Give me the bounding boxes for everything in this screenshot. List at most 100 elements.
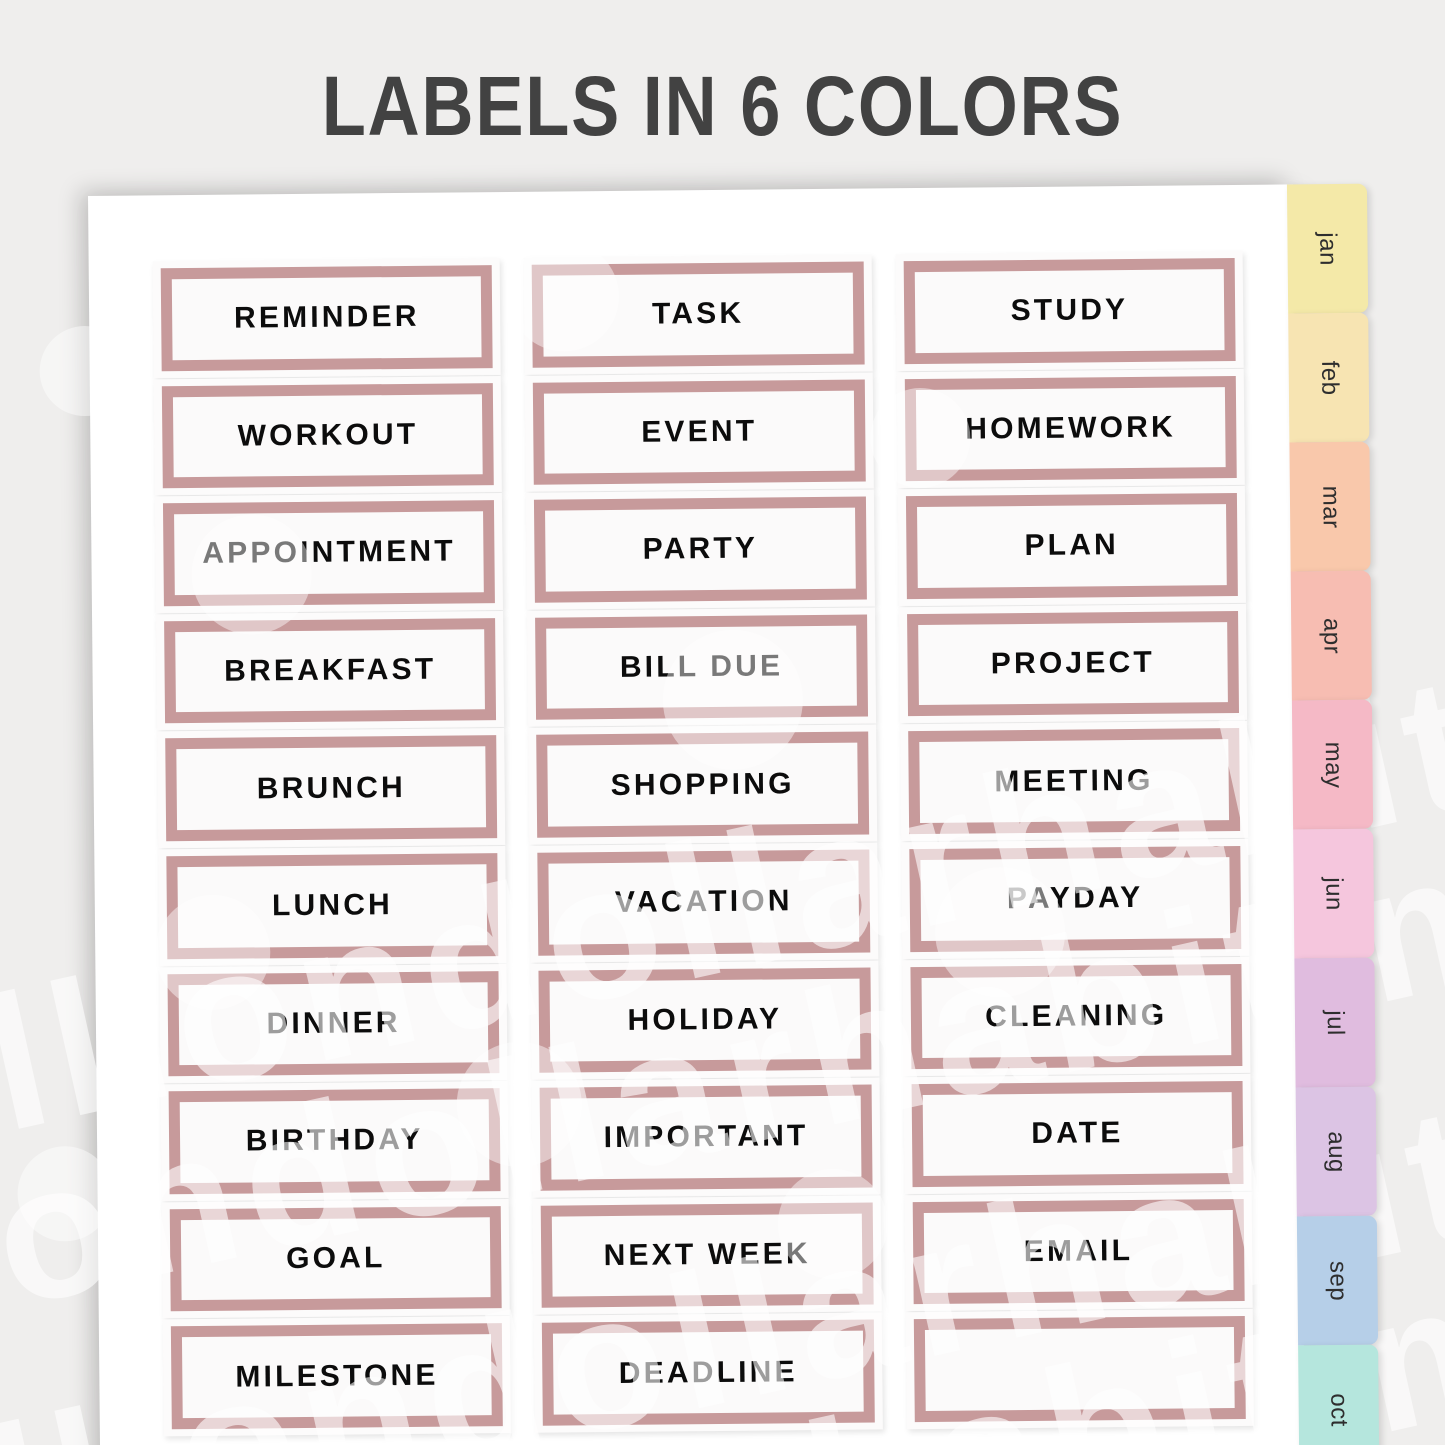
label-border-frame: HOLIDAY — [538, 967, 872, 1073]
label-card[interactable]: BREAKFAST — [156, 610, 505, 731]
label-border-frame: PARTY — [534, 496, 867, 603]
label-text: BILL DUE — [619, 649, 784, 685]
label-border-frame: LUNCH — [166, 853, 499, 959]
label-border-frame: PLAN — [905, 493, 1238, 599]
label-border-frame: BIRTHDAY — [168, 1088, 501, 1195]
page-title: LABELS IN 6 COLORS — [321, 59, 1124, 153]
label-text: EMAIL — [1023, 1234, 1134, 1269]
label-card[interactable]: HOMEWORK — [896, 368, 1245, 489]
label-text: SHOPPING — [610, 766, 795, 802]
label-border-frame: IMPORTANT — [539, 1084, 873, 1191]
label-text: HOMEWORK — [965, 410, 1177, 446]
label-border-frame: BILL DUE — [535, 614, 868, 721]
month-tab-mar[interactable]: mar — [1289, 441, 1371, 572]
label-card[interactable]: DATE — [903, 1074, 1252, 1195]
label-card[interactable]: PROJECT — [898, 603, 1248, 724]
label-text: WORKOUT — [237, 417, 419, 453]
label-card[interactable]: CLEANING — [902, 956, 1251, 1077]
label-card[interactable]: IMPORTANT — [531, 1077, 881, 1198]
month-tab-oct[interactable]: oct — [1298, 1344, 1380, 1445]
label-text: DINNER — [266, 1005, 401, 1041]
label-text: PAYDAY — [1006, 881, 1144, 916]
label-border-frame: APPOINTMENT — [162, 500, 496, 607]
label-card[interactable]: TASK — [523, 254, 873, 375]
label-border-frame: DINNER — [167, 970, 500, 1077]
label-card[interactable]: APPOINTMENT — [154, 493, 504, 614]
label-text: HOLIDAY — [627, 1002, 783, 1037]
label-border-frame: TASK — [532, 261, 865, 368]
label-text: BRUNCH — [256, 770, 407, 806]
label-card[interactable]: LUNCH — [158, 846, 507, 966]
label-text: PROJECT — [990, 645, 1156, 681]
label-card[interactable]: DEADLINE — [534, 1312, 883, 1433]
month-tab-apr[interactable]: apr — [1290, 570, 1372, 701]
label-card[interactable]: DINNER — [159, 963, 508, 1084]
label-card[interactable]: PAYDAY — [900, 838, 1250, 959]
label-card[interactable]: MILESTONE — [162, 1316, 512, 1437]
label-card[interactable]: EMAIL — [904, 1191, 1253, 1312]
label-border-frame: VACATION — [537, 849, 870, 956]
label-text: DATE — [1031, 1116, 1124, 1151]
label-border-frame: BREAKFAST — [164, 617, 497, 724]
label-card[interactable]: NEXT WEEK — [532, 1195, 882, 1316]
month-tab-strip: jan feb mar apr may jun jul aug sep oct — [1286, 183, 1380, 1445]
label-card[interactable]: EVENT — [525, 372, 874, 492]
printable-sheet: REMINDER TASK STUDY WORKOUT EVENT HOMEWORK APP… — [0, 0, 1445, 1445]
label-grid: REMINDER TASK STUDY WORKOUT EVENT HOMEWORK APP… — [152, 250, 1254, 1437]
month-tab-jun[interactable]: jun — [1293, 828, 1375, 959]
label-card[interactable]: BILL DUE — [527, 607, 876, 728]
label-card[interactable]: GOAL — [161, 1198, 511, 1319]
label-text: BIRTHDAY — [245, 1123, 424, 1159]
month-tab-may[interactable]: may — [1291, 699, 1374, 830]
label-text: STUDY — [1010, 293, 1129, 328]
label-text: DEADLINE — [618, 1354, 798, 1390]
screenshot-root: LABELS IN 6 COLORS REMINDER TASK STUDY WORK… — [0, 0, 1445, 1445]
month-tab-label: sep — [1324, 1260, 1352, 1301]
label-card[interactable]: VACATION — [529, 842, 879, 963]
month-tab-feb[interactable]: feb — [1288, 312, 1370, 443]
label-card[interactable]: BIRTHDAY — [160, 1081, 509, 1202]
label-border-frame: REMINDER — [160, 265, 493, 371]
label-border-frame: NEXT WEEK — [541, 1202, 874, 1309]
label-border-frame: EVENT — [533, 379, 866, 485]
month-tab-label: aug — [1323, 1130, 1351, 1173]
label-card[interactable]: PARTY — [526, 489, 875, 610]
label-card[interactable]: WORKOUT — [153, 375, 503, 496]
label-border-frame: CLEANING — [910, 963, 1243, 1070]
label-card[interactable]: REMINDER — [152, 258, 502, 378]
label-border-frame: MILESTONE — [170, 1323, 504, 1430]
label-text: REMINDER — [233, 300, 420, 335]
month-tab-jan[interactable]: jan — [1286, 183, 1369, 314]
label-text: PARTY — [642, 532, 759, 567]
label-card[interactable]: MEETING — [899, 721, 1249, 842]
label-card[interactable]: PLAN — [897, 486, 1246, 607]
month-tab-jul[interactable]: jul — [1294, 957, 1376, 1088]
label-border-frame: EMAIL — [912, 1198, 1245, 1305]
label-border-frame: GOAL — [169, 1205, 503, 1312]
month-tab-label: jun — [1320, 876, 1348, 911]
month-tab-aug[interactable]: aug — [1295, 1086, 1377, 1217]
label-text: VACATION — [614, 884, 793, 920]
label-text: TASK — [651, 297, 745, 331]
month-tab-label: feb — [1315, 360, 1343, 396]
month-tab-label: may — [1319, 741, 1347, 789]
month-tab-label: apr — [1318, 617, 1346, 654]
label-card[interactable]: SHOPPING — [528, 724, 877, 845]
label-text: IMPORTANT — [603, 1119, 809, 1155]
month-tab-label: jul — [1321, 1009, 1350, 1036]
label-card[interactable]: HOLIDAY — [530, 960, 880, 1080]
label-text: PLAN — [1024, 528, 1120, 563]
label-border-frame: MEETING — [907, 728, 1241, 835]
label-card[interactable]: BRUNCH — [157, 728, 506, 849]
month-tab-label: jan — [1314, 231, 1342, 266]
label-border-frame: DEADLINE — [542, 1319, 875, 1426]
label-text: MEETING — [994, 763, 1154, 799]
label-text: MILESTONE — [235, 1358, 439, 1394]
month-tab-label: mar — [1316, 485, 1345, 529]
label-border-frame: PROJECT — [906, 610, 1240, 717]
label-text: GOAL — [285, 1241, 386, 1276]
label-card[interactable] — [905, 1309, 1254, 1430]
label-card[interactable]: STUDY — [895, 250, 1244, 371]
month-tab-sep[interactable]: sep — [1296, 1215, 1379, 1346]
label-text: NEXT WEEK — [603, 1237, 811, 1273]
